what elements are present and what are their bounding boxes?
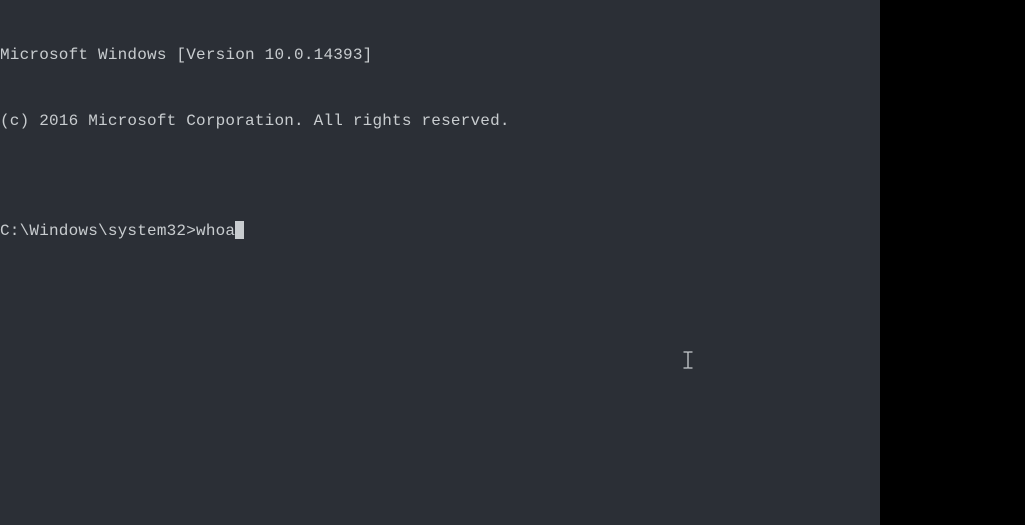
banner-line-1: Microsoft Windows [Version 10.0.14393] [0,44,880,66]
text-ibeam-cursor-icon [683,307,693,325]
command-prompt-terminal[interactable]: Microsoft Windows [Version 10.0.14393] (… [0,0,880,525]
block-cursor-icon [235,221,244,239]
typed-command: whoa [196,220,235,242]
right-black-strip [880,0,1025,525]
prompt-path: C:\Windows\system32> [0,220,196,242]
prompt-line[interactable]: C:\Windows\system32>whoa [0,220,880,242]
banner-line-2: (c) 2016 Microsoft Corporation. All righ… [0,110,880,132]
